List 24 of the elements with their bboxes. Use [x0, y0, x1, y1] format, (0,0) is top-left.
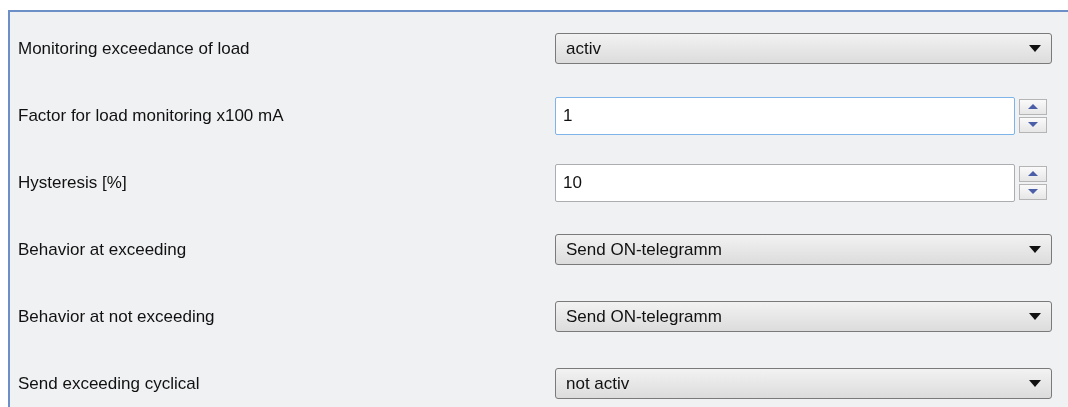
spin-down-button[interactable] [1019, 183, 1047, 200]
parameter-label: Behavior at not exceeding [18, 306, 216, 327]
number-field[interactable]: 1 [555, 96, 1015, 135]
number-field[interactable]: 10 [555, 163, 1015, 202]
spin-down-button[interactable] [1019, 116, 1047, 133]
parameter-label: Send exceeding cyclical [18, 373, 201, 394]
caret-down-icon [1029, 246, 1041, 253]
parameter-label: Factor for load monitoring x100 mA [18, 105, 285, 126]
caret-down-icon [1029, 45, 1041, 52]
spin-up-button[interactable] [1019, 165, 1047, 182]
caret-down-icon [1029, 380, 1041, 387]
dropdown[interactable]: not activ [555, 368, 1052, 399]
parameter-label: Monitoring exceedance of load [18, 38, 251, 59]
caret-down-icon [1029, 313, 1041, 320]
dropdown[interactable]: Send ON-telegramm [555, 301, 1052, 332]
parameter-label: Hysteresis [%] [18, 172, 128, 193]
caret-down-icon [1028, 189, 1038, 194]
dropdown[interactable]: activ [555, 33, 1052, 64]
spin-up-button[interactable] [1019, 98, 1047, 115]
parameter-label: Behavior at exceeding [18, 239, 188, 260]
dropdown[interactable]: Send ON-telegramm [555, 234, 1052, 265]
caret-up-icon [1028, 104, 1038, 109]
caret-down-icon [1028, 122, 1038, 127]
caret-up-icon [1028, 171, 1038, 176]
